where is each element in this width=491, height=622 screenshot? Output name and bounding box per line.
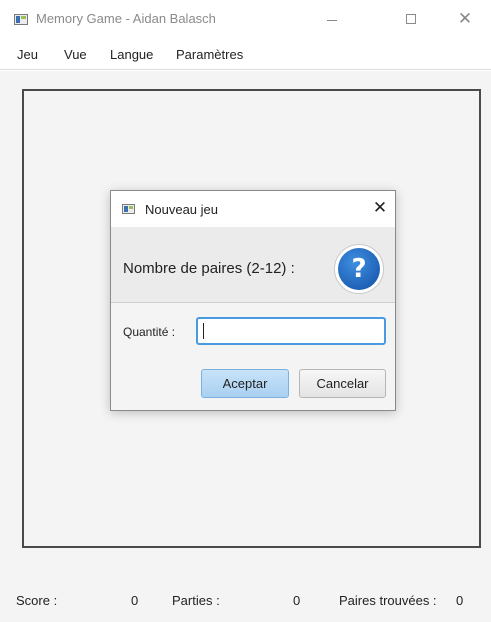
question-icon: ? [334,244,384,294]
dialog-title: Nouveau jeu [145,202,218,217]
close-window-button[interactable]: ✕ [442,0,488,38]
paires-value: 0 [456,593,464,608]
new-game-dialog: Nouveau jeu ✕ Nombre de paires (2-12) : … [110,190,396,411]
question-glyph: ? [338,248,380,290]
score-label: Score : [16,593,58,608]
app-window-icon [14,14,28,25]
dialog-header: Nombre de paires (2-12) : ? [111,227,395,303]
maximize-icon [406,14,416,24]
dialog-window-icon [122,204,135,214]
parties-value: 0 [293,593,301,608]
minimize-button[interactable] [309,0,355,38]
close-icon: ✕ [457,8,473,29]
dialog-close-button[interactable]: ✕ [369,197,391,219]
status-bar: Score : 0 Parties : 0 Paires trouvées : … [0,574,491,622]
dialog-titlebar: Nouveau jeu ✕ [111,191,395,227]
window-titlebar: Memory Game - Aidan Balasch ✕ [0,0,491,38]
text-caret [203,323,204,339]
dialog-header-text: Nombre de paires (2-12) : [123,260,295,277]
menu-langue[interactable]: Langue [110,47,153,62]
parties-label: Parties : [172,593,220,608]
minimize-icon [327,19,337,21]
menu-parametres[interactable]: Paramètres [176,47,243,62]
quantity-input[interactable] [196,317,386,345]
score-value: 0 [131,593,139,608]
window-title: Memory Game - Aidan Balasch [36,11,216,26]
menu-jeu[interactable]: Jeu [17,47,38,62]
quantity-label: Quantité : [123,325,176,339]
menu-vue[interactable]: Vue [64,47,87,62]
accept-button[interactable]: Aceptar [201,369,289,398]
maximize-button[interactable] [388,0,434,38]
menu-bar: Jeu Vue Langue Paramètres [0,38,491,70]
paires-label: Paires trouvées : [339,593,437,608]
cancel-button[interactable]: Cancelar [299,369,386,398]
